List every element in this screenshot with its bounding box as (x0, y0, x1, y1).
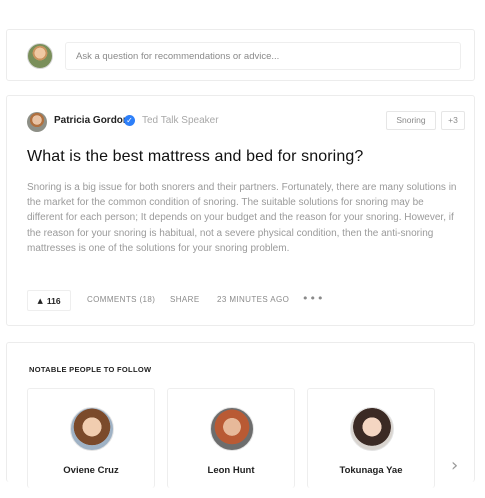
comments-link[interactable]: COMMENTS (18) (87, 295, 155, 304)
ask-question-bar (6, 29, 475, 81)
notable-people-section: NOTABLE PEOPLE TO FOLLOW Oviene Cruz Leo… (6, 342, 475, 488)
tag-snoring[interactable]: Snoring (386, 111, 436, 130)
person-avatar[interactable] (350, 407, 394, 451)
more-actions-button[interactable]: ••• (302, 292, 324, 305)
post-timestamp: 23 MINUTES AGO (217, 295, 290, 304)
verified-check-icon: ✓ (124, 115, 135, 126)
question-title[interactable]: What is the best mattress and bed for sn… (27, 148, 363, 166)
author-name[interactable]: Patricia Gordon (54, 115, 129, 126)
person-avatar[interactable] (210, 407, 254, 451)
author-avatar[interactable] (27, 112, 47, 132)
question-body: Snoring is a big issue for both snorers … (27, 182, 457, 254)
more-tags-button[interactable]: +3 (441, 111, 465, 130)
question-card: Patricia Gordon ✓ Ted Talk Speaker Snori… (6, 95, 475, 326)
author-title: Ted Talk Speaker (142, 115, 219, 126)
person-card[interactable]: Oviene Cruz (27, 388, 155, 488)
person-name[interactable]: Tokunaga Yae (308, 465, 434, 476)
arrow-up-icon: ▲ (37, 296, 43, 305)
upvote-button[interactable]: ▲ 116 (27, 290, 71, 311)
person-card[interactable]: Tokunaga Yae (307, 388, 435, 488)
person-name[interactable]: Oviene Cruz (28, 465, 154, 476)
section-heading: NOTABLE PEOPLE TO FOLLOW (29, 365, 152, 374)
person-card[interactable]: Leon Hunt (167, 388, 295, 488)
current-user-avatar[interactable] (27, 43, 53, 69)
person-name[interactable]: Leon Hunt (168, 465, 294, 476)
chevron-right-icon[interactable]: › (451, 455, 458, 476)
ask-question-input[interactable] (65, 42, 461, 70)
person-avatar[interactable] (70, 407, 114, 451)
vote-count: 116 (46, 295, 61, 306)
share-link[interactable]: SHARE (170, 295, 200, 304)
